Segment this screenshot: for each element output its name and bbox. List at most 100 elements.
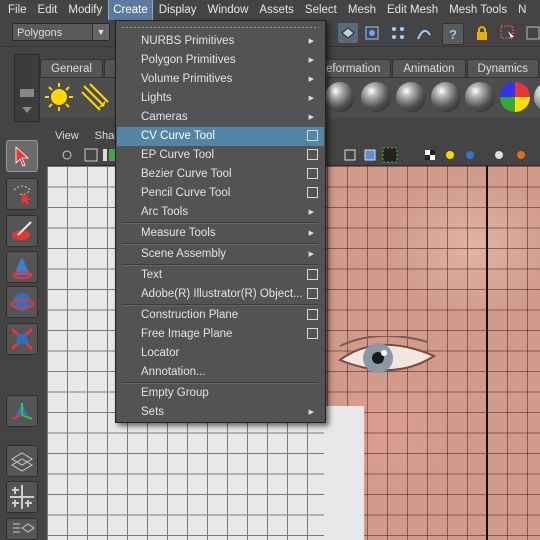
option-box-icon[interactable]	[307, 130, 318, 141]
menu-item-arc-tools[interactable]: Arc Tools ▶	[117, 203, 324, 222]
rainbow-sphere-icon[interactable]	[500, 82, 530, 112]
move-tool-icon[interactable]	[6, 251, 38, 283]
create-menu-dropdown: NURBS Primitives ▶ Polygon Primitives ▶ Volu…	[115, 20, 326, 423]
tear-off-bar[interactable]	[122, 24, 319, 32]
panel-menu-view[interactable]: View	[47, 130, 87, 142]
select-highlight-icon[interactable]	[498, 23, 518, 43]
shelf-tab-general[interactable]: General	[40, 59, 103, 78]
option-box-icon[interactable]	[307, 309, 318, 320]
ambient-light-icon[interactable]	[44, 82, 74, 112]
menu-overflow[interactable]: N	[514, 0, 530, 20]
menu-item-text[interactable]: Text	[117, 266, 324, 285]
option-box-icon[interactable]	[307, 187, 318, 198]
material-sphere-1-icon[interactable]	[325, 82, 355, 112]
menu-item-label: EP Curve Tool	[141, 149, 215, 161]
menu-item-label: Annotation...	[141, 366, 206, 378]
menu-item-polygon-primitives[interactable]: Polygon Primitives ▶	[117, 51, 324, 70]
submenu-arrow-icon: ▶	[308, 76, 314, 83]
scale-tool-icon[interactable]	[6, 323, 38, 355]
option-box-icon[interactable]	[307, 149, 318, 160]
menu-item-cv-curve-tool[interactable]: CV Curve Tool	[117, 127, 324, 146]
material-sphere-5-icon[interactable]	[465, 82, 495, 112]
menu-mesh[interactable]: Mesh	[344, 0, 380, 20]
menu-item-nurbs-primitives[interactable]: NURBS Primitives ▶	[117, 32, 324, 51]
menu-file[interactable]: File	[0, 0, 31, 20]
submenu-arrow-icon: ▶	[308, 57, 314, 64]
menu-separator	[122, 243, 318, 245]
lasso-tool-icon[interactable]	[6, 178, 38, 210]
menu-set-value: Polygons	[17, 27, 63, 39]
chevron-down-icon: ▼	[92, 24, 109, 40]
menu-item-bezier-curve-tool[interactable]: Bezier Curve Tool	[117, 165, 324, 184]
option-box-icon[interactable]	[307, 288, 318, 299]
lights-icon	[446, 151, 454, 159]
help-icon[interactable]: ?	[442, 23, 464, 45]
material-sphere-6-icon[interactable]	[534, 82, 540, 112]
snap-grid-icon[interactable]	[362, 23, 382, 43]
menu-item-scene-assembly[interactable]: Scene Assembly ▶	[117, 245, 324, 264]
toolbox	[0, 133, 44, 540]
last-tool-icon[interactable]	[6, 395, 38, 427]
lock-icon[interactable]	[472, 23, 492, 43]
menu-item-label: NURBS Primitives	[141, 35, 235, 47]
option-box-icon[interactable]	[307, 328, 318, 339]
shelf-tab-dynamics[interactable]: Dynamics	[466, 59, 539, 78]
menu-modify[interactable]: Modify	[64, 0, 106, 20]
rotate-tool-icon[interactable]	[6, 286, 38, 318]
menu-item-locator[interactable]: Locator	[117, 344, 324, 363]
menu-edit-mesh[interactable]: Edit Mesh	[383, 0, 442, 20]
menu-separator	[122, 382, 318, 384]
isolate-select-icon	[382, 147, 398, 163]
menu-item-volume-primitives[interactable]: Volume Primitives ▶	[117, 70, 324, 89]
menu-item-label: Volume Primitives	[141, 73, 233, 85]
menu-item-label: Empty Group	[141, 387, 209, 399]
snap-points-icon[interactable]	[388, 23, 408, 43]
menu-display[interactable]: Display	[155, 0, 201, 20]
camera-attributes-icon	[62, 150, 72, 160]
grid-snap-icon[interactable]	[523, 23, 540, 43]
viewport-settings-icon	[495, 151, 525, 159]
menu-item-measure-tools[interactable]: Measure Tools ▶	[117, 224, 324, 243]
menu-item-annotation[interactable]: Annotation...	[117, 363, 324, 382]
menu-separator	[122, 304, 318, 306]
submenu-arrow-icon: ▶	[308, 114, 314, 121]
select-tool-icon[interactable]	[6, 140, 38, 172]
menu-item-free-image-plane[interactable]: Free Image Plane	[117, 325, 324, 344]
menu-select[interactable]: Select	[301, 0, 341, 20]
menu-item-adobe-r-illustrator-r-object[interactable]: Adobe(R) Illustrator(R) Object...	[117, 285, 324, 304]
menu-item-pencil-curve-tool[interactable]: Pencil Curve Tool	[117, 184, 324, 203]
image-plane-icon	[84, 148, 98, 162]
menu-item-label: Sets	[141, 406, 165, 418]
menu-assets[interactable]: Assets	[255, 0, 298, 20]
menu-item-lights[interactable]: Lights ▶	[117, 89, 324, 108]
shelf-options[interactable]	[14, 54, 40, 122]
menu-item-ep-curve-tool[interactable]: EP Curve Tool	[117, 146, 324, 165]
material-sphere-4-icon[interactable]	[431, 82, 461, 112]
material-sphere-2-icon[interactable]	[361, 82, 391, 112]
menu-item-label: Polygon Primitives	[141, 54, 236, 66]
menu-item-sets[interactable]: Sets ▶	[117, 403, 324, 422]
menu-item-empty-group[interactable]: Empty Group	[117, 384, 324, 403]
menu-set-dropdown[interactable]: Polygons ▼	[12, 23, 110, 41]
menu-create[interactable]: Create	[108, 0, 153, 21]
material-sphere-3-icon[interactable]	[396, 82, 426, 112]
wireframe-cube-icon	[344, 149, 356, 161]
submenu-arrow-icon: ▶	[308, 230, 314, 237]
menu-item-construction-plane[interactable]: Construction Plane	[117, 306, 324, 325]
outliner-layout-icon[interactable]	[6, 518, 38, 540]
menu-window[interactable]: Window	[203, 0, 252, 20]
shelf-tab-animation[interactable]: Animation	[392, 59, 466, 78]
select-by-component-icon[interactable]	[338, 23, 358, 43]
snap-curve-icon[interactable]	[414, 23, 434, 43]
menu-mesh-tools[interactable]: Mesh Tools	[445, 0, 511, 20]
option-box-icon[interactable]	[307, 269, 318, 280]
single-view-layout-icon[interactable]	[6, 445, 38, 477]
menu-item-cameras[interactable]: Cameras ▶	[117, 108, 324, 127]
four-view-layout-icon[interactable]	[6, 481, 38, 513]
checker-icon	[425, 150, 435, 160]
menu-item-label: Lights	[141, 92, 172, 104]
menu-edit[interactable]: Edit	[34, 0, 62, 20]
paint-select-tool-icon[interactable]	[6, 215, 38, 247]
directional-light-icon[interactable]	[80, 82, 110, 112]
option-box-icon[interactable]	[307, 168, 318, 179]
